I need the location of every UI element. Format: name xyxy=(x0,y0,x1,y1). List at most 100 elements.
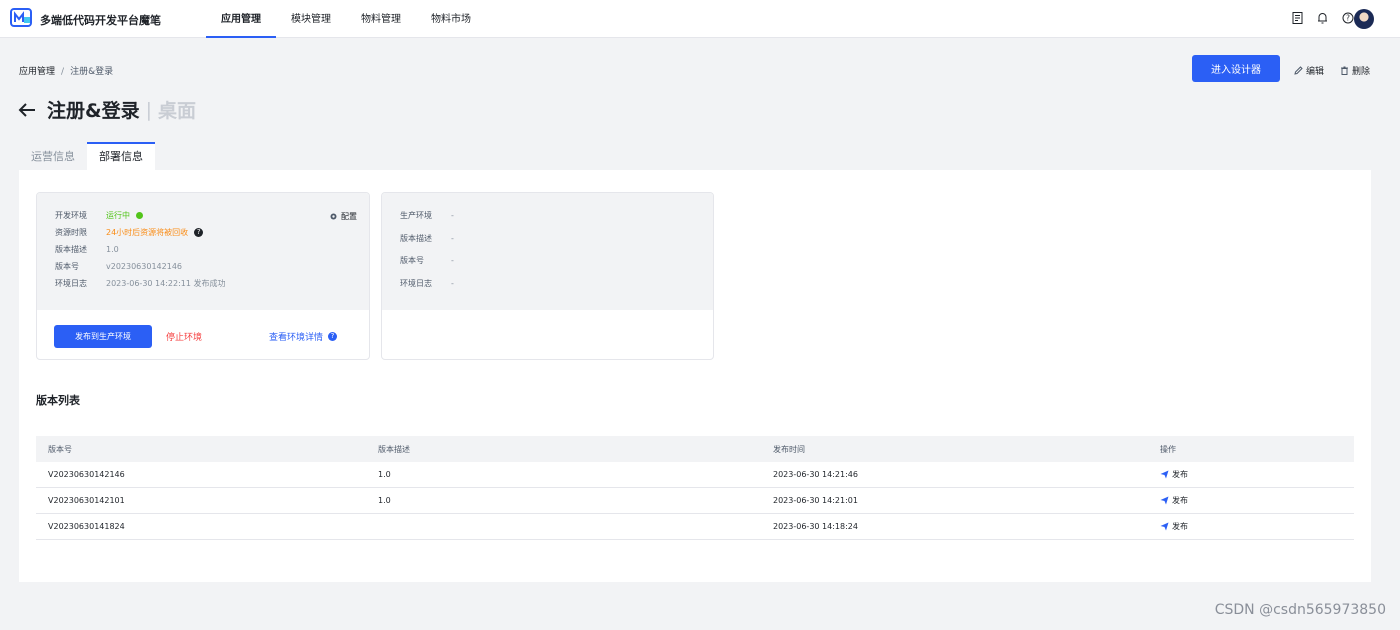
edit-icon xyxy=(1294,66,1303,75)
prod-environment-card: 生产环境 - 版本描述 - 版本号 - 环境日志 - xyxy=(381,192,714,360)
prod-version-desc-value: - xyxy=(451,234,454,243)
app-logo-icon[interactable] xyxy=(10,8,32,28)
nav-item-module-management[interactable]: 模块管理 xyxy=(276,0,346,37)
delete-button[interactable]: 删除 xyxy=(1340,64,1370,77)
edit-button[interactable]: 编辑 xyxy=(1294,64,1324,77)
table-row: V20230630142101 1.0 2023-06-30 14:21:01 … xyxy=(36,488,1354,514)
help-circle-icon: ? xyxy=(328,332,338,341)
trash-icon xyxy=(1341,66,1348,75)
version-no-value: v20230630142146 xyxy=(106,262,182,271)
prod-env-log-key: 环境日志 xyxy=(400,279,432,288)
breadcrumb-separator: / xyxy=(61,67,65,77)
prod-version-desc-key: 版本描述 xyxy=(400,234,432,243)
stop-env-link[interactable]: 停止环境 xyxy=(166,330,202,343)
top-navbar: 多端低代码开发平台魔笔 应用管理 模块管理 物料管理 物料市场 ? xyxy=(0,0,1400,38)
version-cell: V20230630142101 xyxy=(48,496,125,505)
publish-action[interactable]: 发布 xyxy=(1160,469,1188,480)
prod-env-log-value: - xyxy=(451,279,454,288)
version-desc-value: 1.0 xyxy=(106,245,119,254)
view-env-detail-label: 查看环境详情 xyxy=(269,333,324,343)
tab-deploy-info[interactable]: 部署信息 xyxy=(87,142,155,171)
page-title: 注册&登录 xyxy=(47,100,140,122)
nav-item-app-management[interactable]: 应用管理 xyxy=(206,0,276,38)
breadcrumb-current: 注册&登录 xyxy=(70,67,114,77)
breadcrumb: 应用管理 / 注册&登录 xyxy=(19,64,113,77)
page-platform: 桌面 xyxy=(157,100,196,122)
publish-action-label: 发布 xyxy=(1172,470,1188,479)
dev-version-no-row: 版本号 v20230630142146 xyxy=(55,261,182,272)
send-icon xyxy=(1160,522,1169,531)
desc-cell: 1.0 xyxy=(378,496,391,505)
resource-limit-value: 24小时后资源将被回收 xyxy=(106,228,189,237)
prod-version-desc-row: 版本描述 - xyxy=(400,233,454,244)
dev-env-status: 运行中 xyxy=(106,211,130,220)
svg-text:?: ? xyxy=(1346,13,1350,22)
prod-version-no-row: 版本号 - xyxy=(400,255,454,266)
version-no-key: 版本号 xyxy=(55,262,79,271)
table-row: V20230630141824 2023-06-30 14:18:24 发布 xyxy=(36,514,1354,540)
prod-env-row: 生产环境 - xyxy=(400,210,454,221)
dev-version-desc-row: 版本描述 1.0 xyxy=(55,244,119,255)
publish-action-label: 发布 xyxy=(1172,496,1188,505)
top-icon-group: ? xyxy=(1291,11,1354,24)
info-tabs: 运营信息 部署信息 xyxy=(19,142,155,171)
resource-limit-key: 资源时限 xyxy=(55,228,87,237)
env-log-value: 2023-06-30 14:22:11 发布成功 xyxy=(106,279,226,288)
dev-env-status-row: 开发环境 运行中 xyxy=(55,210,143,221)
table-header: 版本号 版本描述 发布时间 操作 xyxy=(36,436,1354,462)
user-avatar[interactable] xyxy=(1354,9,1374,29)
nav-item-material-market[interactable]: 物料市场 xyxy=(416,0,486,37)
publish-action[interactable]: 发布 xyxy=(1160,495,1188,506)
send-icon xyxy=(1160,470,1169,479)
version-list-title: 版本列表 xyxy=(36,394,80,407)
config-button[interactable]: 配置 xyxy=(329,211,357,222)
publish-action-label: 发布 xyxy=(1172,522,1188,531)
prod-version-no-value: - xyxy=(451,256,454,265)
column-header-time: 发布时间 xyxy=(773,444,805,454)
brand-name: 多端低代码开发平台魔笔 xyxy=(40,14,161,27)
dev-env-key: 开发环境 xyxy=(55,211,87,220)
version-table: 版本号 版本描述 发布时间 操作 V20230630142146 1.0 202… xyxy=(36,436,1354,540)
prod-env-key: 生产环境 xyxy=(400,211,432,220)
desc-cell: 1.0 xyxy=(378,470,391,479)
version-cell: V20230630141824 xyxy=(48,522,125,531)
version-desc-key: 版本描述 xyxy=(55,245,87,254)
enter-designer-button[interactable]: 进入设计器 xyxy=(1192,55,1280,82)
version-cell: V20230630142146 xyxy=(48,470,125,479)
gear-icon xyxy=(330,213,337,220)
document-icon[interactable] xyxy=(1291,11,1304,24)
resource-limit-row: 资源时限 24小时后资源将被回收 ? xyxy=(55,227,204,238)
help-icon[interactable]: ? xyxy=(1341,11,1354,24)
running-status-dot xyxy=(136,212,143,219)
env-log-key: 环境日志 xyxy=(55,279,87,288)
bell-icon[interactable] xyxy=(1316,11,1329,24)
edit-label: 编辑 xyxy=(1306,67,1325,77)
time-cell: 2023-06-30 14:21:01 xyxy=(773,496,858,505)
prod-version-no-key: 版本号 xyxy=(400,256,424,265)
dev-environment-card: 配置 开发环境 运行中 资源时限 24小时后资源将被回收 ? 版本描述 1.0 … xyxy=(36,192,370,360)
table-row: V20230630142146 1.0 2023-06-30 14:21:46 … xyxy=(36,462,1354,488)
column-header-version: 版本号 xyxy=(48,444,72,454)
time-cell: 2023-06-30 14:18:24 xyxy=(773,522,858,531)
nav-item-material-management[interactable]: 物料管理 xyxy=(346,0,416,37)
title-divider: | xyxy=(145,98,152,121)
time-cell: 2023-06-30 14:21:46 xyxy=(773,470,858,479)
back-arrow-icon[interactable] xyxy=(17,100,37,120)
tab-operation-info[interactable]: 运营信息 xyxy=(19,142,87,171)
prod-env-value: - xyxy=(451,211,454,220)
config-label: 配置 xyxy=(341,212,357,221)
csdn-watermark: CSDN @csdn565973850 xyxy=(1214,602,1386,618)
main-nav: 应用管理 模块管理 物料管理 物料市场 xyxy=(206,0,486,38)
deploy-panel: 配置 开发环境 运行中 资源时限 24小时后资源将被回收 ? 版本描述 1.0 … xyxy=(19,170,1371,582)
publish-action[interactable]: 发布 xyxy=(1160,521,1188,532)
view-env-detail-link[interactable]: 查看环境详情 ? xyxy=(269,330,338,343)
delete-label: 删除 xyxy=(1352,67,1371,77)
publish-to-prod-button[interactable]: 发布到生产环境 xyxy=(54,325,152,348)
column-header-action: 操作 xyxy=(1160,444,1176,454)
question-icon[interactable]: ? xyxy=(194,228,204,237)
send-icon xyxy=(1160,496,1169,505)
prod-env-log-row: 环境日志 - xyxy=(400,278,454,289)
dev-env-log-row: 环境日志 2023-06-30 14:22:11 发布成功 xyxy=(55,278,226,289)
breadcrumb-root[interactable]: 应用管理 xyxy=(19,67,55,77)
page-title-row: 注册&登录 | 桌面 xyxy=(17,96,196,123)
